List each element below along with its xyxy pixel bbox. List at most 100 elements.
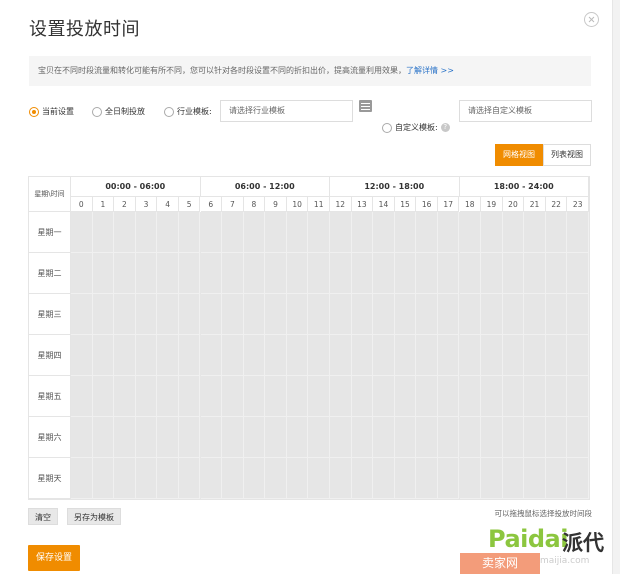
time-slot-cell[interactable] [437, 376, 460, 417]
time-slot-cell[interactable] [222, 458, 244, 499]
time-slot-cell[interactable] [286, 376, 309, 417]
time-slot-cell[interactable] [545, 253, 568, 294]
hour-header[interactable]: 9 [265, 197, 287, 212]
time-slot-cell[interactable] [545, 376, 568, 417]
time-slot-cell[interactable] [351, 458, 374, 499]
time-slot-cell[interactable] [135, 294, 158, 335]
time-slot-cell[interactable] [351, 253, 374, 294]
time-slot-cell[interactable] [373, 458, 395, 499]
time-slot-cell[interactable] [157, 376, 179, 417]
time-slot-cell[interactable] [286, 212, 309, 253]
time-slot-cell[interactable] [394, 417, 417, 458]
clear-button[interactable]: 清空 [28, 508, 58, 525]
time-slot-cell[interactable] [502, 417, 525, 458]
time-slot-cell[interactable] [351, 212, 374, 253]
time-slot-cell[interactable] [135, 253, 158, 294]
hour-header[interactable]: 0 [71, 197, 93, 212]
time-slot-cell[interactable] [524, 294, 546, 335]
time-slot-cell[interactable] [222, 417, 244, 458]
time-slot-cell[interactable] [502, 253, 525, 294]
radio-current-setting[interactable]: 当前设置 [29, 106, 74, 117]
hour-header[interactable]: 19 [481, 197, 503, 212]
time-slot-cell[interactable] [243, 335, 266, 376]
time-slot-cell[interactable] [459, 376, 482, 417]
time-slot-cell[interactable] [416, 417, 438, 458]
time-slot-cell[interactable] [502, 212, 525, 253]
day-label[interactable]: 星期天 [29, 458, 71, 499]
time-slot-cell[interactable] [92, 294, 115, 335]
time-slot-cell[interactable] [135, 335, 158, 376]
time-slot-cell[interactable] [308, 253, 330, 294]
time-slot-cell[interactable] [481, 335, 503, 376]
time-slot-cell[interactable] [286, 294, 309, 335]
time-slot-cell[interactable] [416, 294, 438, 335]
hour-header[interactable]: 23 [567, 197, 589, 212]
time-slot-cell[interactable] [481, 212, 503, 253]
time-slot-cell[interactable] [330, 417, 352, 458]
save-settings-button[interactable]: 保存设置 [28, 545, 80, 571]
time-slot-cell[interactable] [394, 212, 417, 253]
time-slot-cell[interactable] [265, 335, 287, 376]
time-slot-cell[interactable] [286, 335, 309, 376]
close-icon[interactable] [584, 12, 599, 27]
time-slot-cell[interactable] [243, 376, 266, 417]
day-label[interactable]: 星期一 [29, 212, 71, 253]
time-slot-cell[interactable] [71, 417, 93, 458]
time-slot-cell[interactable] [437, 417, 460, 458]
learn-more-link[interactable]: 了解详情 >> [406, 66, 454, 75]
time-slot-cell[interactable] [524, 417, 546, 458]
hour-header[interactable]: 17 [437, 197, 460, 212]
radio-custom-template[interactable]: 自定义模板: ? [382, 122, 450, 133]
time-slot-cell[interactable] [545, 212, 568, 253]
hour-header[interactable]: 21 [524, 197, 546, 212]
time-slot-cell[interactable] [157, 212, 179, 253]
time-slot-cell[interactable] [178, 212, 201, 253]
time-slot-cell[interactable] [135, 212, 158, 253]
hour-header[interactable]: 22 [545, 197, 568, 212]
hour-header[interactable]: 1 [92, 197, 115, 212]
time-slot-cell[interactable] [567, 376, 589, 417]
grid-view-button[interactable]: 网格视图 [495, 144, 543, 166]
hour-header[interactable]: 8 [243, 197, 266, 212]
time-slot-cell[interactable] [71, 335, 93, 376]
time-slot-cell[interactable] [502, 376, 525, 417]
time-slot-cell[interactable] [524, 376, 546, 417]
time-slot-cell[interactable] [178, 294, 201, 335]
time-slot-cell[interactable] [459, 335, 482, 376]
time-slot-cell[interactable] [437, 212, 460, 253]
time-slot-cell[interactable] [330, 212, 352, 253]
time-slot-cell[interactable] [502, 335, 525, 376]
day-label[interactable]: 星期二 [29, 253, 71, 294]
time-slot-cell[interactable] [71, 376, 93, 417]
time-slot-cell[interactable] [437, 458, 460, 499]
time-slot-cell[interactable] [567, 335, 589, 376]
time-slot-cell[interactable] [200, 458, 223, 499]
time-slot-cell[interactable] [308, 417, 330, 458]
time-slot-cell[interactable] [243, 417, 266, 458]
time-slot-cell[interactable] [222, 212, 244, 253]
time-slot-cell[interactable] [567, 294, 589, 335]
time-slot-cell[interactable] [200, 376, 223, 417]
time-slot-cell[interactable] [178, 458, 201, 499]
radio-icon[interactable] [164, 106, 174, 117]
radio-icon[interactable] [382, 122, 392, 133]
time-slot-cell[interactable] [114, 294, 136, 335]
time-slot-cell[interactable] [178, 376, 201, 417]
time-slot-cell[interactable] [114, 417, 136, 458]
time-slot-cell[interactable] [135, 417, 158, 458]
time-slot-cell[interactable] [394, 294, 417, 335]
time-slot-cell[interactable] [545, 417, 568, 458]
radio-all-day[interactable]: 全日制投放 [92, 106, 145, 117]
time-slot-cell[interactable] [71, 458, 93, 499]
time-slot-cell[interactable] [157, 294, 179, 335]
time-slot-cell[interactable] [200, 294, 223, 335]
time-slot-cell[interactable] [481, 253, 503, 294]
time-slot-cell[interactable] [330, 376, 352, 417]
time-slot-cell[interactable] [157, 417, 179, 458]
time-slot-cell[interactable] [92, 212, 115, 253]
custom-template-select[interactable]: 请选择自定义模板 [459, 100, 592, 122]
radio-checked-icon[interactable] [29, 106, 39, 117]
time-slot-cell[interactable] [567, 417, 589, 458]
time-slot-cell[interactable] [308, 212, 330, 253]
time-slot-cell[interactable] [502, 458, 525, 499]
